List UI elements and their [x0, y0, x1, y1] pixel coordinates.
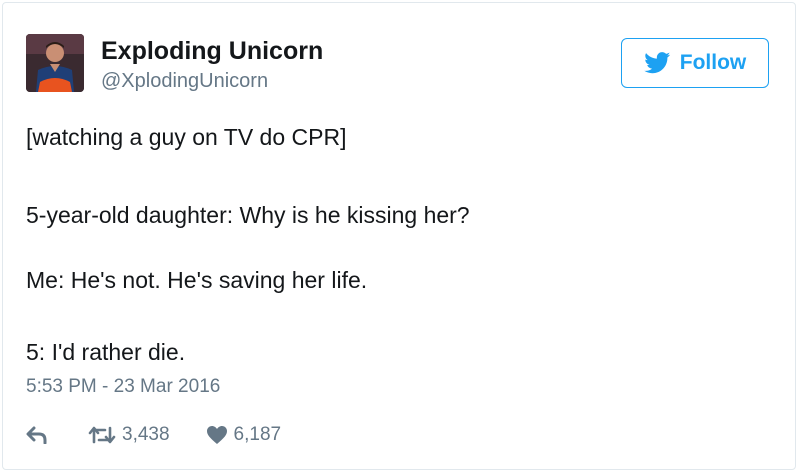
avatar-image: [26, 34, 84, 92]
retweet-icon: [88, 426, 116, 444]
heart-icon: [206, 425, 228, 445]
tweet-timestamp[interactable]: 5:53 PM - 23 Mar 2016: [26, 375, 220, 399]
reply-icon: [26, 426, 48, 444]
tweet-text-line-2: 5-year-old daughter: Why is he kissing h…: [26, 202, 470, 228]
tweet-text-line-1: [watching a guy on TV do CPR]: [26, 124, 347, 150]
tweet-card: Exploding Unicorn @XplodingUnicorn Follo…: [2, 2, 796, 470]
screen-name[interactable]: @XplodingUnicorn: [101, 70, 268, 93]
follow-label: Follow: [679, 51, 747, 74]
tweet-actions: 3,438 6,187: [26, 421, 281, 449]
retweet-count: 3,438: [122, 424, 170, 445]
tweet-text-line-3: Me: He's not. He's saving her life.: [26, 267, 368, 293]
like-button[interactable]: 6,187: [206, 424, 282, 446]
reply-button[interactable]: [26, 426, 48, 444]
avatar[interactable]: [26, 34, 84, 92]
display-name[interactable]: Exploding Unicorn: [101, 37, 323, 66]
twitter-bird-icon: [643, 52, 671, 74]
retweet-button[interactable]: 3,438: [88, 424, 170, 446]
like-count: 6,187: [233, 424, 282, 445]
follow-button[interactable]: Follow: [621, 38, 769, 88]
tweet-text-line-4: 5: I'd rather die.: [26, 339, 186, 365]
